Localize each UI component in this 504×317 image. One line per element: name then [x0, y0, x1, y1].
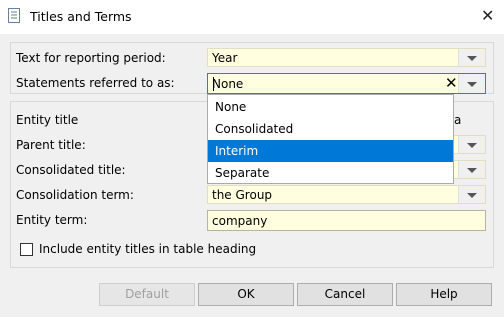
include-titles-checkbox[interactable]: [20, 243, 33, 256]
clear-icon[interactable]: ✕: [445, 75, 458, 91]
chevron-down-icon[interactable]: [458, 49, 485, 66]
reporting-period-label: Text for reporting period:: [16, 51, 166, 65]
include-titles-label: Include entity titles in table heading: [39, 242, 257, 256]
chevron-down-icon[interactable]: [458, 136, 485, 153]
consolidation-term-label: Consolidation term:: [16, 188, 134, 202]
default-button[interactable]: Default: [99, 283, 195, 306]
dropdown-option-interim[interactable]: Interim: [208, 140, 453, 162]
statements-value: None: [212, 77, 244, 91]
window-title: Titles and Terms: [30, 9, 132, 24]
reporting-period-select[interactable]: Year: [207, 48, 486, 67]
reporting-period-value: Year: [212, 51, 238, 65]
entity-term-value: company: [212, 214, 268, 228]
statements-label: Statements referred to as:: [16, 76, 175, 90]
title-bar: Titles and Terms ✕: [0, 0, 504, 34]
entity-term-input[interactable]: company: [207, 210, 486, 231]
chevron-down-icon[interactable]: [458, 161, 485, 178]
consolidation-term-value: the Group: [212, 188, 273, 202]
consolidated-title-label: Consolidated title:: [16, 163, 126, 177]
statements-dropdown-list: None Consolidated Interim Separate: [207, 94, 454, 184]
ok-button[interactable]: OK: [198, 283, 294, 306]
entity-title-label: Entity title: [16, 113, 79, 127]
entity-title-value-peek: a: [454, 113, 462, 127]
close-icon[interactable]: ✕: [481, 8, 494, 24]
dropdown-option-separate[interactable]: Separate: [208, 162, 453, 184]
consolidation-term-select[interactable]: the Group: [207, 185, 486, 204]
dropdown-option-none[interactable]: None: [208, 96, 453, 118]
parent-title-label: Parent title:: [16, 138, 86, 152]
dropdown-option-consolidated[interactable]: Consolidated: [208, 118, 453, 140]
statements-select[interactable]: None ✕: [207, 73, 486, 94]
document-icon: [8, 8, 20, 23]
chevron-down-icon[interactable]: [458, 186, 485, 203]
chevron-down-icon[interactable]: [458, 74, 485, 93]
entity-term-label: Entity term:: [16, 213, 88, 227]
cancel-button[interactable]: Cancel: [297, 283, 393, 306]
help-button[interactable]: Help: [396, 283, 492, 306]
